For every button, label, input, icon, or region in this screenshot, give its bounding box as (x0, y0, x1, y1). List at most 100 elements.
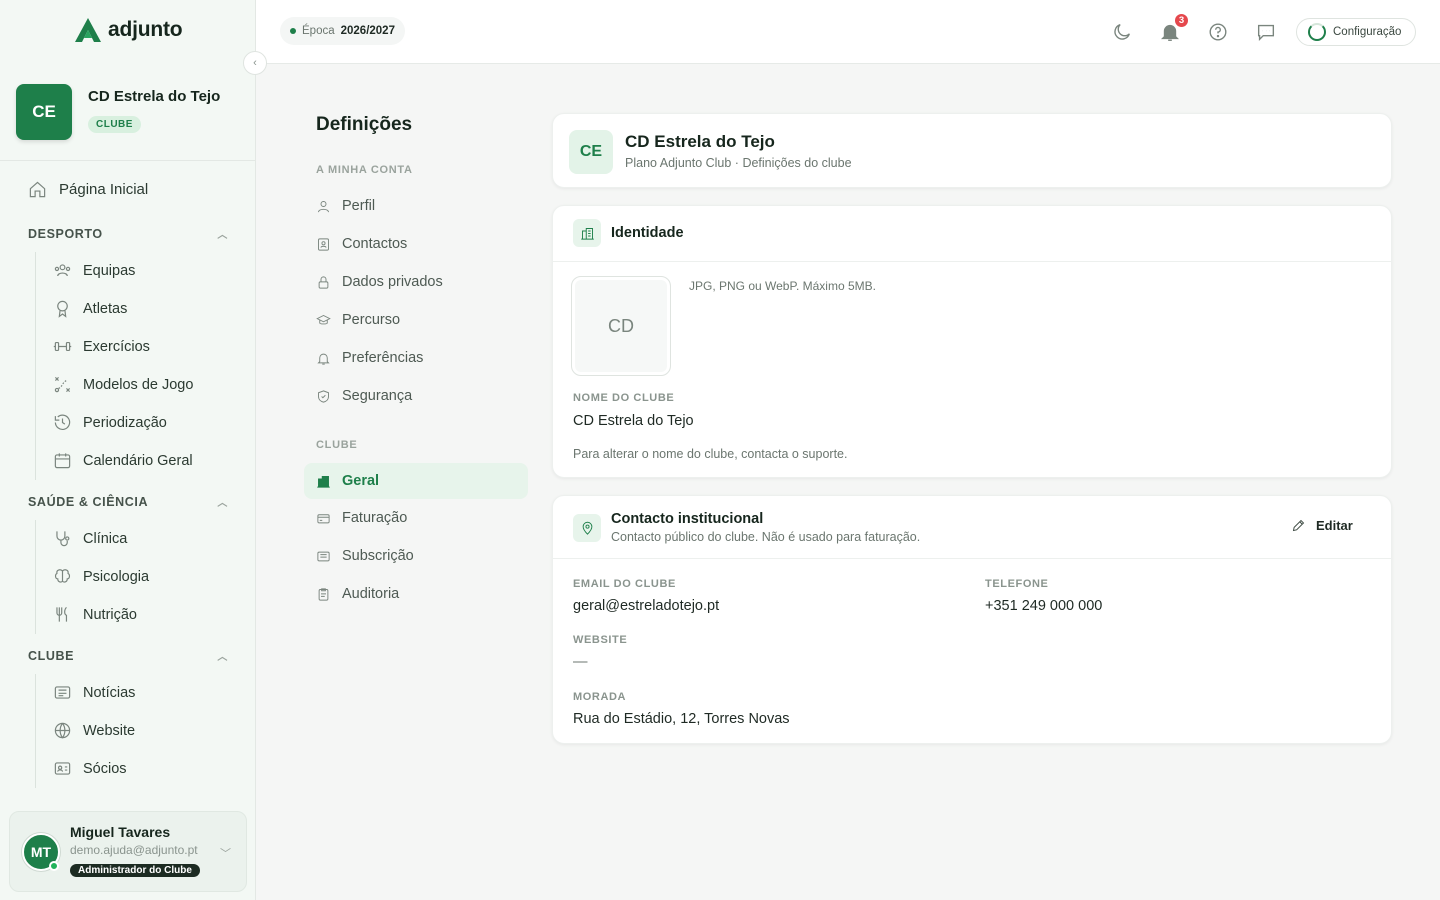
email-value: geral@estreladotejo.pt (573, 598, 720, 614)
nav-section-clube[interactable]: CLUBE ︿ (28, 648, 228, 664)
logo-upload-hint: JPG, PNG ou WebP. Máximo 5MB. (689, 279, 876, 293)
nav-item-equipas[interactable]: Equipas (53, 261, 135, 280)
id-card-icon (54, 762, 71, 775)
settings-item-subscricao[interactable]: Subscrição (316, 548, 414, 564)
phone-value: +351 249 000 000 (985, 598, 1103, 614)
nav-item-modelos-de-jogo[interactable]: Modelos de Jogo (53, 375, 193, 394)
theme-toggle-button[interactable] (1111, 21, 1133, 43)
nav-item-atletas[interactable]: Atletas (53, 299, 127, 318)
online-status-dot (49, 861, 59, 871)
nav-section-title: DESPORTO (28, 226, 103, 241)
website-label: WEBSITE (573, 634, 628, 646)
collapse-sidebar-button[interactable]: ‹ (243, 51, 267, 75)
award-icon (57, 300, 68, 318)
progress-ring-icon (1308, 23, 1326, 41)
user-role-badge: Administrador do Clube (70, 864, 200, 877)
nav-item-label: Periodização (83, 414, 167, 431)
settings-item-preferencias[interactable]: Preferências (316, 350, 423, 366)
address-value: Rua do Estádio, 12, Torres Novas (573, 711, 790, 727)
club-logo-upload[interactable]: CD (571, 276, 671, 376)
nav-item-periodizacao[interactable]: Periodização (53, 413, 167, 432)
user-menu[interactable]: MT Miguel Tavares demo.ajuda@adjunto.pt … (9, 811, 247, 892)
nav-item-label: Modelos de Jogo (83, 376, 194, 393)
address-label: MORADA (573, 691, 627, 703)
settings-item-dados-privados[interactable]: Dados privados (316, 274, 443, 290)
club-switcher[interactable]: CE CD Estrela do Tejo CLUBE (0, 64, 255, 161)
edit-contact-button[interactable]: Editar (1291, 518, 1353, 533)
nav-group-line (35, 252, 36, 480)
settings-item-faturacao[interactable]: Faturação (316, 510, 407, 526)
settings-item-geral[interactable]: Geral (304, 463, 528, 499)
settings-item-label: Perfil (342, 198, 376, 214)
settings-item-label: Dados privados (342, 274, 443, 290)
dumbbell-icon (53, 341, 72, 352)
graduation-cap-icon (316, 314, 331, 324)
users-icon (54, 264, 71, 277)
nav-item-label: Psicologia (83, 568, 150, 585)
status-dot (290, 28, 296, 34)
institutional-contact-card: Contacto institucional Contacto público … (552, 495, 1392, 744)
page-title: Definições (316, 114, 413, 135)
card-title: Identidade (611, 225, 684, 241)
map-pin-icon (573, 514, 601, 542)
chevron-up-icon: ︿ (217, 230, 228, 241)
nav-section-desporto[interactable]: DESPORTO ︿ (28, 226, 228, 242)
nav-item-label: Calendário Geral (83, 452, 193, 469)
nav-item-calendario-geral[interactable]: Calendário Geral (53, 451, 193, 470)
messages-button[interactable] (1255, 21, 1277, 43)
nav-item-label: Nutrição (83, 606, 137, 623)
club-type-badge: CLUBE (88, 116, 141, 133)
nav-item-website[interactable]: Website (53, 721, 135, 740)
club-avatar: CE (569, 130, 613, 174)
settings-item-auditoria[interactable]: Auditoria (316, 586, 399, 602)
nav-item-socios[interactable]: Sócios (53, 759, 127, 778)
season-value: 2026/2027 (340, 25, 395, 37)
settings-item-label: Contactos (342, 236, 408, 252)
calendar-icon (54, 453, 71, 469)
chevron-down-icon: ﹀ (220, 848, 231, 860)
nav-item-psicologia[interactable]: Psicologia (53, 567, 149, 586)
nav-item-label: Equipas (83, 262, 136, 279)
nav-group-line (35, 674, 36, 788)
message-icon (1257, 24, 1275, 41)
notification-count-badge: 3 (1173, 12, 1190, 29)
email-label: EMAIL DO CLUBE (573, 578, 676, 590)
receipt-icon (317, 551, 330, 561)
settings-item-label: Auditoria (342, 586, 400, 602)
settings-item-percurso[interactable]: Percurso (316, 312, 400, 328)
nav-group-line (35, 520, 36, 634)
clipboard-icon (318, 587, 329, 601)
building-icon (317, 475, 330, 488)
settings-item-label: Faturação (342, 510, 408, 526)
settings-item-label: Preferências (342, 350, 424, 366)
settings-item-perfil[interactable]: Perfil (316, 198, 375, 214)
nav-item-nutricao[interactable]: Nutrição (53, 605, 137, 624)
card-title: Contacto institucional (611, 511, 764, 527)
brain-icon (54, 569, 71, 583)
club-title: CD Estrela do Tejo (625, 132, 775, 151)
club-name-note: Para alterar o nome do clube, contacta o… (573, 447, 848, 461)
nav-section-saude-ciencia[interactable]: SAÚDE & CIÊNCIA ︿ (28, 494, 228, 510)
website-value: — (573, 654, 588, 670)
setup-progress-button[interactable]: Configuração (1296, 18, 1416, 46)
nav-item-label: Clínica (83, 530, 128, 547)
club-name-label: NOME DO CLUBE (573, 392, 675, 404)
season-badge[interactable]: Época 2026/2027 (280, 17, 405, 45)
help-button[interactable] (1207, 21, 1229, 43)
nav-item-clinica[interactable]: Clínica (53, 529, 127, 548)
brand-logo[interactable]: adjunto (74, 17, 183, 43)
settings-item-label: Geral (342, 473, 380, 489)
identity-card: Identidade CD JPG, PNG ou WebP. Máximo 5… (552, 205, 1392, 478)
nav-item-noticias[interactable]: Notícias (53, 683, 135, 702)
phone-label: TELEFONE (985, 578, 1049, 590)
nav-home-label: Página Inicial (59, 181, 149, 198)
chevron-up-icon: ︿ (217, 652, 228, 663)
building-icon (573, 219, 601, 247)
settings-item-contactos[interactable]: Contactos (316, 236, 407, 252)
nav-item-label: Exercícios (83, 338, 150, 355)
settings-item-seguranca[interactable]: Segurança (316, 388, 412, 404)
nav-home[interactable]: Página Inicial (28, 180, 148, 199)
globe-icon (54, 722, 71, 739)
shield-check-icon (318, 389, 329, 403)
nav-item-exercicios[interactable]: Exercícios (53, 337, 150, 356)
